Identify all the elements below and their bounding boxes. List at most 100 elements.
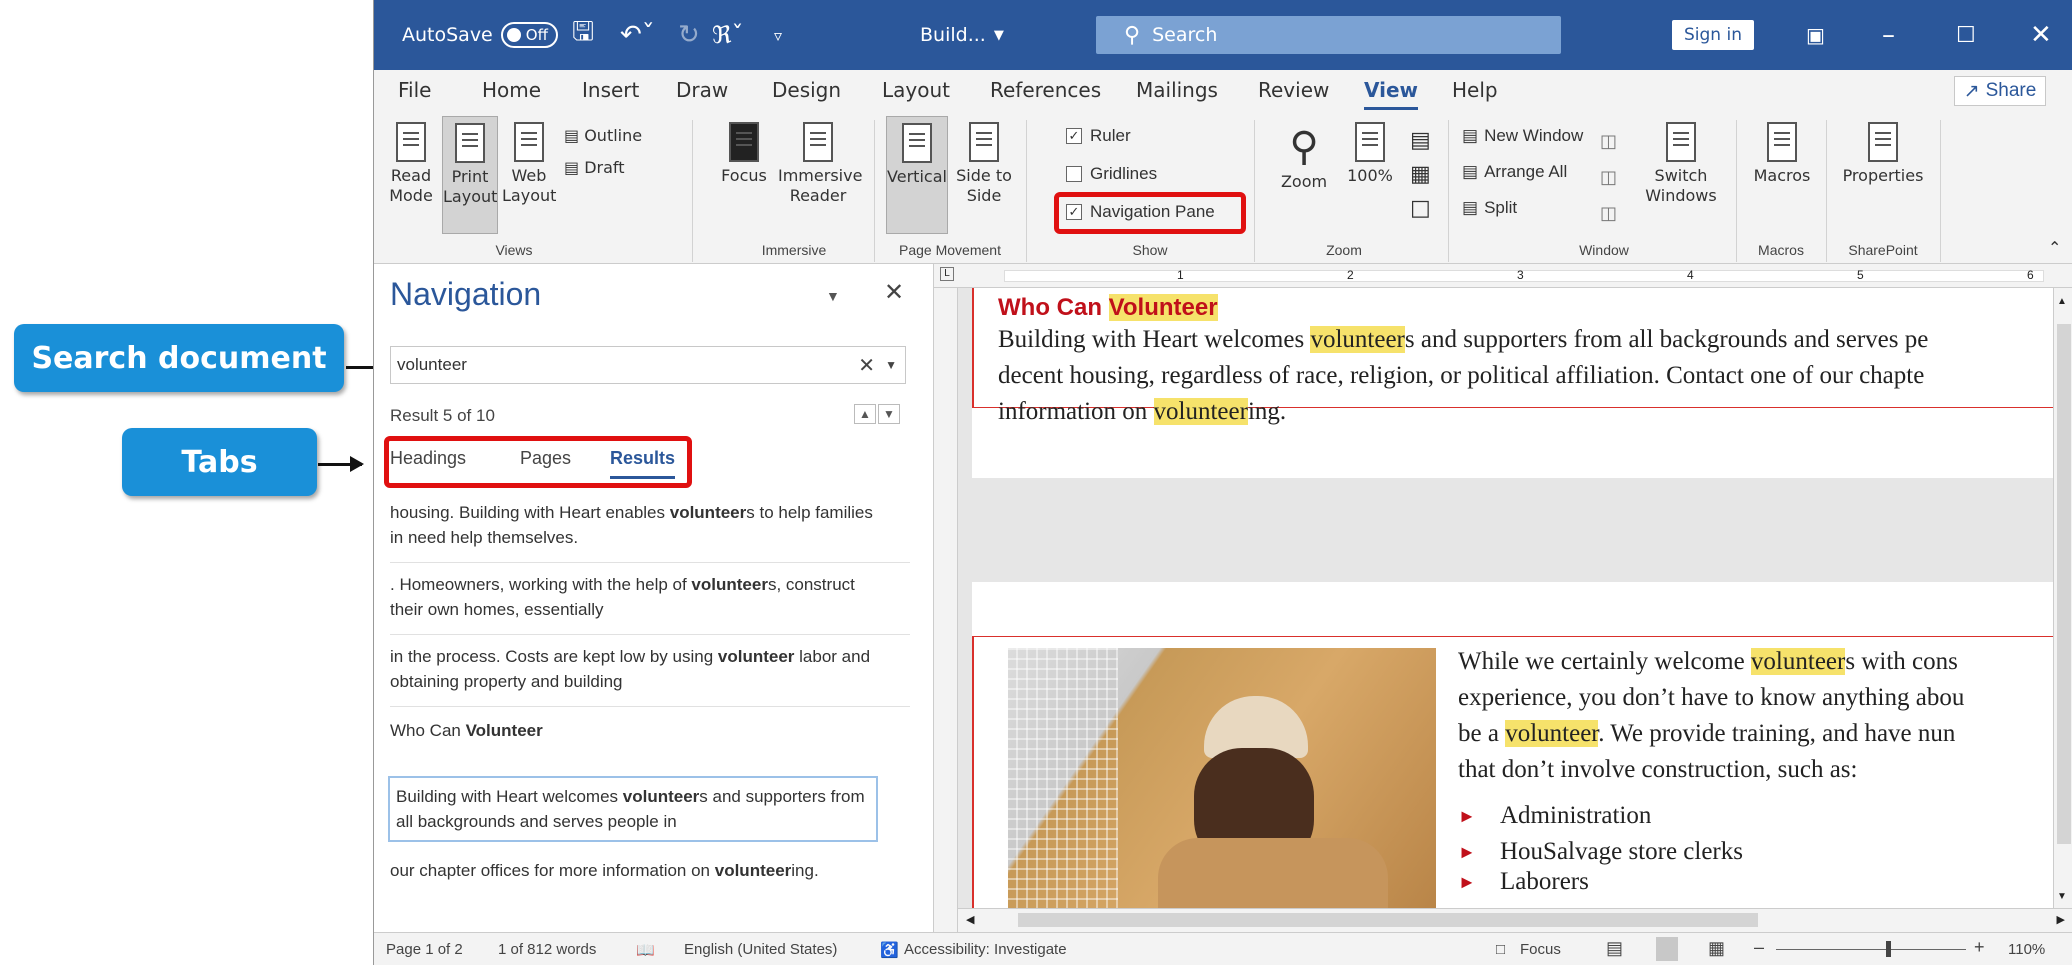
save-icon[interactable]: 🖫 (572, 0, 594, 70)
clear-search-icon[interactable]: ✕ (858, 353, 875, 378)
navigation-pane-highlight (1054, 192, 1246, 234)
switch-windows-button[interactable]: Switch Windows (1638, 122, 1724, 206)
previous-result-icon[interactable]: ▲ (854, 404, 876, 424)
maximize-icon[interactable]: ☐ (1956, 0, 1976, 70)
ribbon-separator (1254, 120, 1255, 262)
vertical-button[interactable]: Vertical (886, 116, 948, 234)
arrange-all-button[interactable]: ▤ Arrange All (1462, 162, 1567, 182)
web-layout-view-icon[interactable]: ▦ (1708, 938, 1725, 959)
scroll-down-icon[interactable]: ▼ (2057, 891, 2067, 902)
pane-options-icon[interactable]: ▼ (826, 288, 840, 304)
word-count[interactable]: 1 of 812 words (498, 941, 596, 958)
horizontal-ruler[interactable]: L 1 2 3 4 5 6 (934, 264, 2072, 288)
result-item-selected[interactable]: Building with Heart welcomes volunteers … (388, 776, 878, 842)
chevron-down-icon: ▼ (993, 27, 1004, 43)
page-count[interactable]: Page 1 of 2 (386, 941, 463, 958)
web-layout-button[interactable]: Web Layout (502, 122, 556, 206)
customize-toolbar-icon[interactable]: ▿ (774, 0, 782, 70)
zoom-button[interactable]: ⚲ Zoom (1274, 122, 1334, 192)
tab-view[interactable]: View (1364, 78, 1419, 110)
status-bar: Page 1 of 2 1 of 812 words 📖 English (Un… (374, 932, 2072, 965)
result-counter: Result 5 of 10 (390, 406, 495, 425)
new-window-button[interactable]: ▤ New Window (1462, 126, 1583, 146)
zoom-slider-thumb[interactable] (1886, 941, 1891, 957)
tab-help[interactable]: Help (1452, 78, 1498, 102)
gridlines-checkbox[interactable]: Gridlines (1066, 164, 1157, 184)
result-item[interactable]: our chapter offices for more information… (390, 858, 890, 883)
split-button[interactable]: ▤ Split (1462, 198, 1517, 218)
ribbon-separator (1026, 120, 1027, 262)
share-button[interactable]: ↗ Share (1954, 76, 2046, 106)
print-layout-view-icon[interactable] (1656, 937, 1678, 961)
tab-design[interactable]: Design (772, 78, 841, 102)
scroll-right-icon[interactable]: ▶ (2057, 913, 2065, 926)
tab-layout[interactable]: Layout (882, 78, 950, 102)
undo-icon[interactable]: ↶ˇ (620, 0, 655, 70)
collapse-ribbon-icon[interactable]: ⌃ (2048, 238, 2061, 258)
tab-stop-icon[interactable]: L (940, 267, 954, 281)
autosave-toggle[interactable]: Off (500, 22, 558, 48)
immersive-reader-button[interactable]: Immersive Reader (778, 122, 862, 206)
tab-mailings[interactable]: Mailings (1136, 78, 1218, 102)
horizontal-scrollbar[interactable]: ◀ ▶ (958, 908, 2072, 932)
zoom-100-button[interactable]: 100% (1342, 122, 1398, 186)
close-window-icon[interactable]: ✕ (2030, 0, 2052, 70)
vertical-scrollbar[interactable]: ▲ ▼ (2053, 288, 2072, 908)
result-item[interactable]: . Homeowners, working with the help of v… (390, 572, 890, 622)
navigation-search-input[interactable]: volunteer ✕ ▼ (390, 346, 906, 384)
draft-button[interactable]: ▤ Draft (564, 158, 625, 178)
zoom-slider-track[interactable] (1776, 949, 1966, 950)
search-options-icon[interactable]: ▼ (885, 358, 897, 372)
result-item[interactable]: in the process. Costs are kept low by us… (390, 644, 890, 694)
window-small-icons[interactable]: ◫ ◫ ◫ (1600, 124, 1617, 232)
document-area[interactable]: L 1 2 3 4 5 6 Who Can Volunteer Building… (934, 264, 2072, 932)
scroll-thumb[interactable] (1018, 913, 1758, 927)
proofing-icon[interactable]: 📖 (636, 941, 655, 959)
focus-mode-label[interactable]: Focus (1520, 941, 1561, 958)
tab-review[interactable]: Review (1258, 78, 1329, 102)
focus-button[interactable]: Focus (714, 122, 774, 186)
macros-button[interactable]: Macros (1750, 122, 1814, 186)
accessibility-status[interactable]: Accessibility: Investigate (904, 941, 1067, 958)
result-item[interactable]: housing. Building with Heart enables vol… (390, 500, 890, 550)
outline-button[interactable]: ▤ Outline (564, 126, 642, 146)
format-painter-icon[interactable]: ℜˇ (712, 0, 744, 70)
result-match: volunteer (714, 861, 792, 880)
ruler-checkbox[interactable]: ✓ Ruler (1066, 126, 1131, 146)
vertical-ruler[interactable] (934, 288, 958, 932)
title-search-box[interactable]: ⚲ Search (1096, 16, 1561, 54)
side-to-side-button[interactable]: Side to Side (954, 122, 1014, 206)
tab-home[interactable]: Home (482, 78, 541, 102)
document-title[interactable]: Build... ▼ (920, 0, 1004, 70)
minimize-icon[interactable]: – (1882, 0, 1895, 70)
zoom-in-icon[interactable]: + (1974, 937, 1985, 958)
scroll-up-icon[interactable]: ▲ (2057, 296, 2067, 307)
scroll-left-icon[interactable]: ◀ (966, 913, 974, 926)
tab-insert[interactable]: Insert (582, 78, 639, 102)
tab-references[interactable]: References (990, 78, 1101, 102)
scroll-thumb[interactable] (2057, 324, 2071, 844)
redo-icon[interactable]: ↻ (678, 0, 700, 70)
tab-file[interactable]: File (398, 78, 431, 102)
document-page[interactable]: Who Can Volunteer Building with Heart we… (972, 288, 2054, 478)
sign-in-button[interactable]: Sign in (1672, 20, 1754, 50)
next-result-icon[interactable]: ▼ (878, 404, 900, 424)
heading-text: Who Can (998, 294, 1109, 321)
worker-body (1158, 838, 1388, 908)
read-mode-button[interactable]: Read Mode (386, 122, 436, 206)
properties-button[interactable]: Properties (1838, 122, 1928, 186)
read-mode-view-icon[interactable]: ▤ (1606, 938, 1623, 959)
zoom-out-icon[interactable]: – (1754, 937, 1764, 958)
close-pane-icon[interactable]: ✕ (884, 278, 904, 307)
tab-draw[interactable]: Draw (676, 78, 728, 102)
ribbon-display-icon[interactable]: ▣ (1806, 0, 1825, 70)
language[interactable]: English (United States) (684, 941, 837, 958)
focus-mode-icon[interactable]: □ (1496, 941, 1505, 958)
result-item[interactable]: Who Can Volunteer (390, 718, 890, 743)
document-page[interactable]: While we certainly welcome volunteers wi… (972, 582, 2054, 908)
ribbon-separator (1940, 120, 1941, 262)
print-layout-button[interactable]: Print Layout (442, 116, 498, 234)
page-view-icons[interactable]: ▤ ▦ □ (1410, 124, 1431, 226)
autosave[interactable]: AutoSave Off (402, 0, 558, 70)
zoom-level[interactable]: 110% (2008, 941, 2045, 958)
